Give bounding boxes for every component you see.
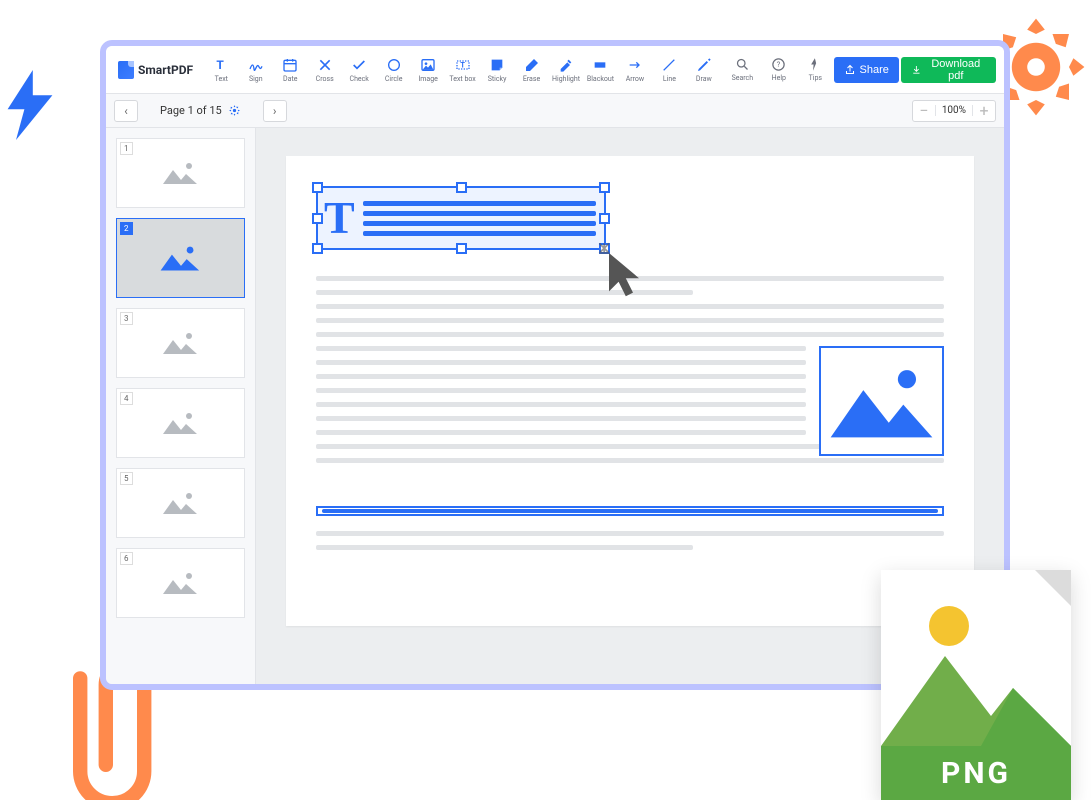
selected-line-block[interactable] (316, 506, 944, 516)
tool-label: Text box (449, 75, 475, 83)
download-button[interactable]: Download pdf (901, 57, 996, 83)
image-placeholder-icon (158, 241, 204, 275)
app-window: SmartPDF T Text Sign Date Cross Check Ci… (100, 40, 1010, 690)
resize-handle-bc[interactable] (456, 243, 467, 254)
content-area: 1 2 3 4 5 6 (106, 128, 1004, 684)
page-indicator-text: Page 1 of 15 (160, 104, 222, 117)
png-label: PNG (881, 746, 1071, 800)
download-label: Download pdf (926, 58, 986, 82)
drop-cap-icon: T (324, 195, 355, 241)
page-thumb-5[interactable]: 5 (116, 468, 245, 538)
cursor-icon (596, 241, 646, 301)
zoom-out-button[interactable]: − (913, 101, 935, 121)
next-page-button[interactable]: › (263, 100, 287, 122)
zoom-value: 100% (935, 105, 973, 116)
tool-label: Circle (385, 75, 403, 83)
text-lines (363, 201, 604, 236)
brand: SmartPDF (114, 61, 203, 79)
thumb-number: 6 (120, 552, 133, 565)
sub-toolbar: ‹ Page 1 of 15 › − 100% + (106, 94, 1004, 128)
main-toolbar: SmartPDF T Text Sign Date Cross Check Ci… (106, 46, 1004, 94)
tool-label: Text (215, 75, 228, 83)
document-page[interactable]: T (286, 156, 974, 626)
tool-draw[interactable]: Draw (688, 50, 720, 90)
tool-label: Line (663, 75, 676, 83)
page-thumb-3[interactable]: 3 (116, 308, 245, 378)
tool-label: Sign (249, 75, 263, 83)
png-file-badge: PNG (881, 570, 1071, 800)
share-label: Share (860, 64, 889, 76)
prev-page-button[interactable]: ‹ (114, 100, 138, 122)
zoom-control: − 100% + (912, 100, 996, 122)
thumb-number: 2 (120, 222, 133, 235)
tool-label: Arrow (626, 75, 645, 83)
image-placeholder-icon (161, 488, 201, 518)
tool-blackout[interactable]: Blackout (584, 50, 616, 90)
tool-label: Erase (523, 75, 540, 83)
page-thumb-4[interactable]: 4 (116, 388, 245, 458)
image-placeholder-icon (161, 408, 201, 438)
thumb-number: 1 (120, 142, 133, 155)
resize-handle-tl[interactable] (312, 182, 323, 193)
tool-sign[interactable]: Sign (240, 50, 272, 90)
share-button[interactable]: Share (834, 57, 899, 83)
tool-label: Draw (696, 75, 712, 83)
svg-text:T: T (217, 58, 225, 72)
page-indicator: Page 1 of 15 (160, 104, 241, 117)
brand-name: SmartPDF (138, 63, 193, 77)
thumb-number: 5 (120, 472, 133, 485)
tool-textbox[interactable]: T Text box (446, 50, 478, 90)
tool-label: Check (350, 75, 369, 83)
tool-highlight[interactable]: Highlight (550, 50, 582, 90)
tool-erase[interactable]: Erase (515, 50, 547, 90)
svg-text:?: ? (777, 60, 781, 69)
tool-date[interactable]: Date (274, 50, 306, 90)
image-placeholder-icon (161, 568, 201, 598)
resize-handle-mr[interactable] (599, 213, 610, 224)
tool-search[interactable]: Search (726, 50, 758, 90)
resize-handle-tr[interactable] (599, 182, 610, 193)
resize-handle-ml[interactable] (312, 213, 323, 224)
tool-label: Search (732, 74, 754, 82)
tool-line[interactable]: Line (653, 50, 685, 90)
tool-label: Date (283, 75, 297, 83)
page-thumb-6[interactable]: 6 (116, 548, 245, 618)
tool-label: Image (418, 75, 438, 83)
thumbnails-sidebar: 1 2 3 4 5 6 (106, 128, 256, 684)
tool-tips[interactable]: Tips (799, 50, 831, 90)
gear-icon[interactable] (228, 104, 241, 117)
tool-label: Tips (809, 74, 822, 82)
thumb-number: 3 (120, 312, 133, 325)
zoom-in-button[interactable]: + (973, 101, 995, 121)
image-placeholder-icon (161, 158, 201, 188)
tool-label: Sticky (488, 75, 507, 83)
tool-label: Highlight (552, 75, 580, 83)
tool-cross[interactable]: Cross (308, 50, 340, 90)
brand-icon (118, 61, 134, 79)
tool-label: Cross (316, 75, 334, 83)
body-text-placeholder-2 (316, 531, 944, 550)
tool-image[interactable]: Image (412, 50, 444, 90)
tool-circle[interactable]: Circle (377, 50, 409, 90)
image-placeholder-icon (161, 328, 201, 358)
tool-sticky[interactable]: Sticky (481, 50, 513, 90)
resize-handle-tc[interactable] (456, 182, 467, 193)
tool-label: Help (772, 74, 786, 82)
page-thumb-2[interactable]: 2 (116, 218, 245, 298)
tool-text[interactable]: T Text (205, 50, 237, 90)
image-icon (827, 356, 936, 446)
svg-text:T: T (460, 60, 465, 69)
tool-check[interactable]: Check (343, 50, 375, 90)
decorative-bolt-icon (2, 70, 58, 140)
tool-help[interactable]: ? Help (763, 50, 795, 90)
tool-label: Blackout (587, 75, 614, 83)
thumb-number: 4 (120, 392, 133, 405)
tool-arrow[interactable]: Arrow (619, 50, 651, 90)
image-placeholder-block[interactable] (819, 346, 944, 456)
page-thumb-1[interactable]: 1 (116, 138, 245, 208)
resize-handle-bl[interactable] (312, 243, 323, 254)
selected-text-block[interactable]: T (316, 186, 606, 250)
